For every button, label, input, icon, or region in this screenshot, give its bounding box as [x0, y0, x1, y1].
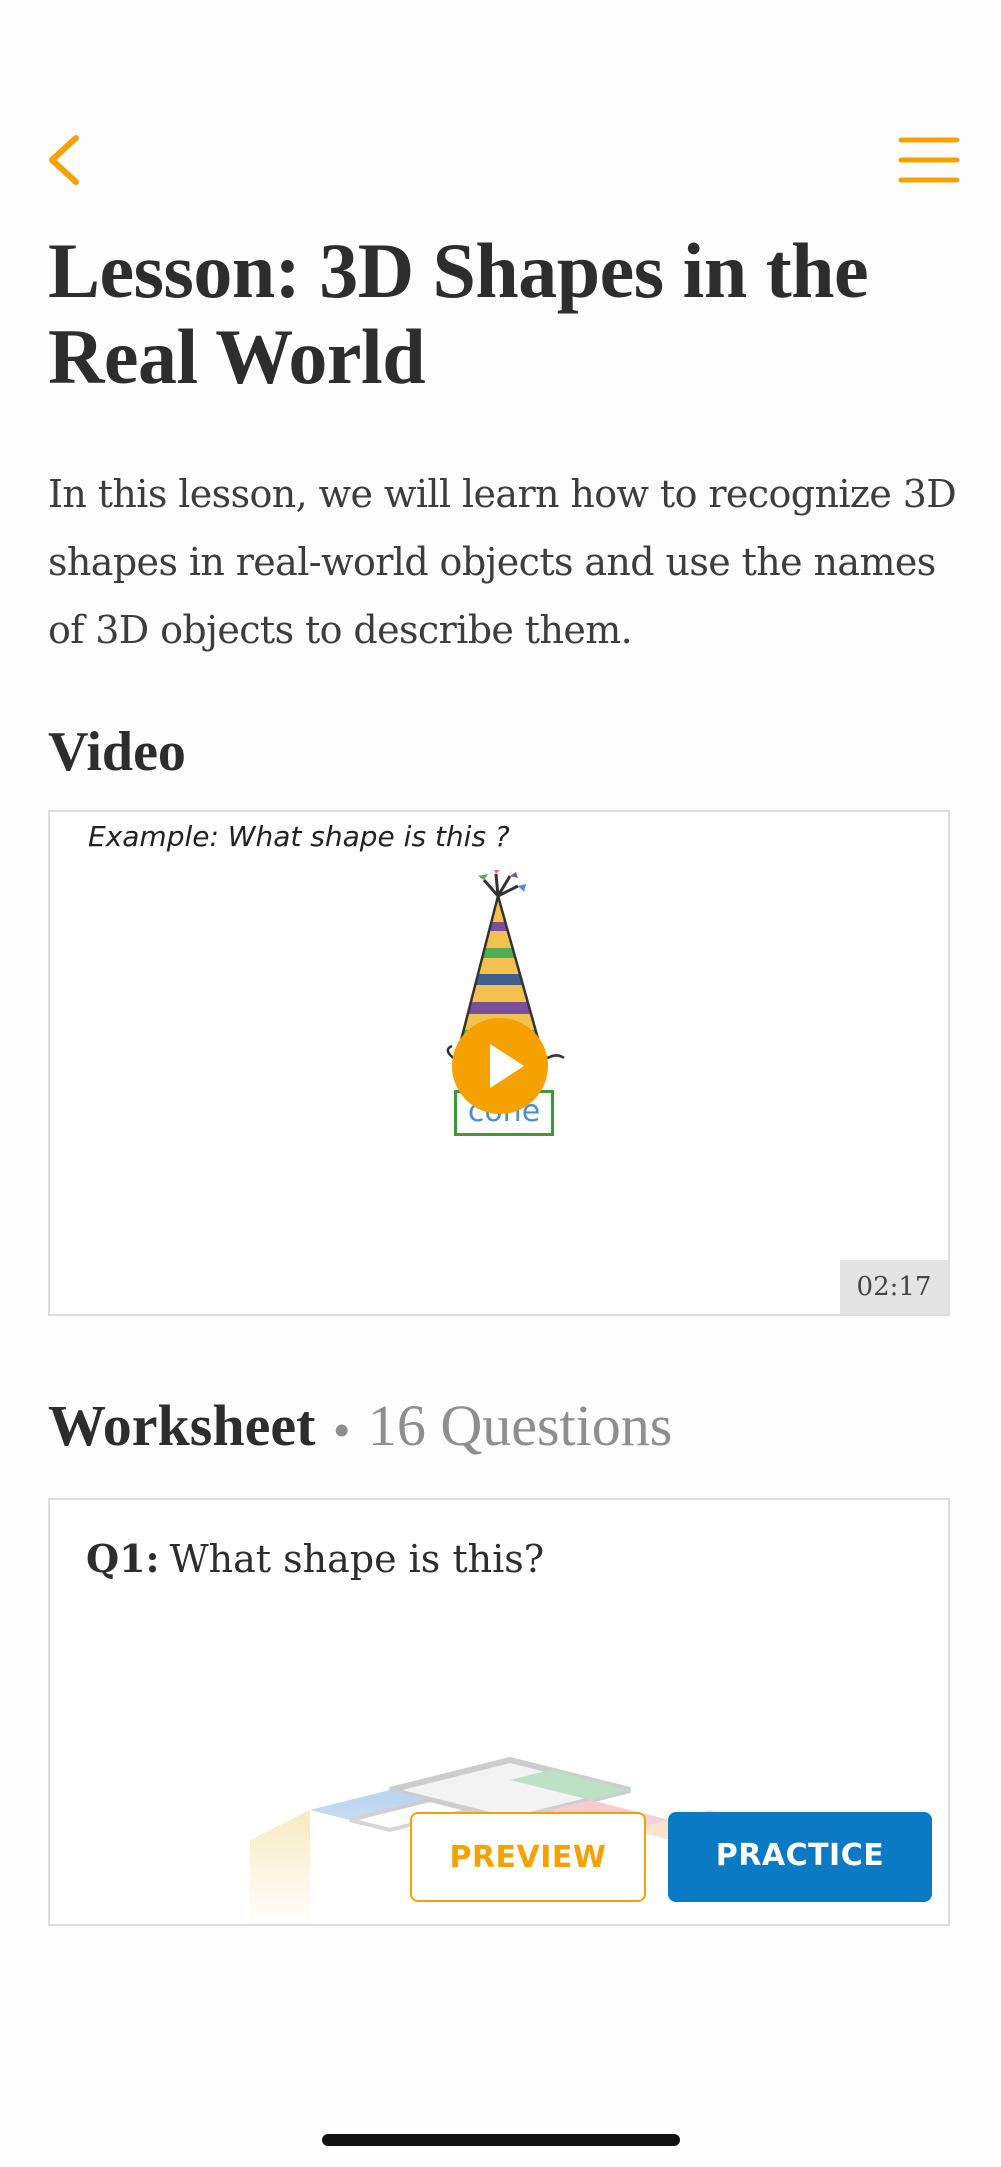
home-indicator [322, 2134, 680, 2146]
worksheet-card[interactable]: Q1: What shape is this? PREVIEW PRACTICE [48, 1498, 950, 1926]
video-player[interactable]: Example: What shape is this ? cone 02:17 [48, 810, 950, 1316]
top-bar [0, 120, 1001, 200]
lesson-description: In this lesson, we will learn how to rec… [48, 472, 957, 652]
preview-button[interactable]: PREVIEW [410, 1812, 646, 1902]
video-heading: Video [48, 721, 186, 783]
back-button[interactable] [40, 130, 100, 190]
practice-button[interactable]: PRACTICE [668, 1812, 932, 1902]
play-button[interactable] [452, 1018, 548, 1114]
question-number: Q1: [86, 1536, 160, 1581]
question-count: 16 Questions [367, 1393, 673, 1458]
question-text: What shape is this? [169, 1537, 545, 1581]
hamburger-menu-icon [898, 137, 960, 183]
video-duration: 02:17 [840, 1260, 948, 1314]
menu-button[interactable] [897, 130, 961, 190]
worksheet-title: Worksheet [48, 1393, 316, 1458]
separator-dot: • [333, 1406, 350, 1455]
lesson-title: Lesson: 3D Shapes in the Real World [48, 227, 869, 400]
video-caption: Example: What shape is this ? [88, 820, 510, 853]
worksheet-heading: Worksheet • 16 Questions [48, 1392, 672, 1459]
question-prompt: Q1: What shape is this? [86, 1536, 544, 1581]
chevron-left-icon [49, 135, 79, 185]
